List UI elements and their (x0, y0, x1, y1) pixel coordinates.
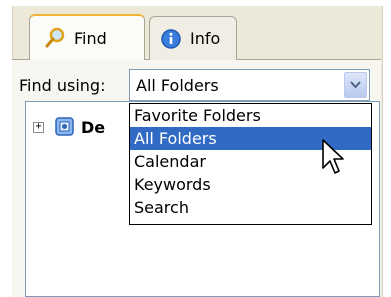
tab-info-label: Info (190, 29, 221, 48)
tab-find-label: Find (74, 28, 107, 48)
find-using-label: Find using: (19, 76, 106, 95)
chevron-down-icon (350, 81, 361, 89)
tab-find[interactable]: Find (29, 14, 145, 60)
info-icon (160, 28, 182, 50)
magnifier-icon (44, 27, 66, 49)
desktop-icon (53, 115, 77, 139)
dropdown-button[interactable] (344, 72, 367, 98)
find-using-value: All Folders (136, 76, 219, 95)
tab-info[interactable]: Info (149, 16, 237, 60)
option-favorite-folders[interactable]: Favorite Folders (130, 104, 371, 127)
mouse-pointer-icon (321, 138, 347, 178)
tree-node-label[interactable]: De (81, 118, 105, 137)
expand-icon[interactable]: + (33, 122, 44, 133)
find-using-combobox[interactable]: All Folders (129, 69, 370, 101)
option-search[interactable]: Search (130, 196, 371, 219)
